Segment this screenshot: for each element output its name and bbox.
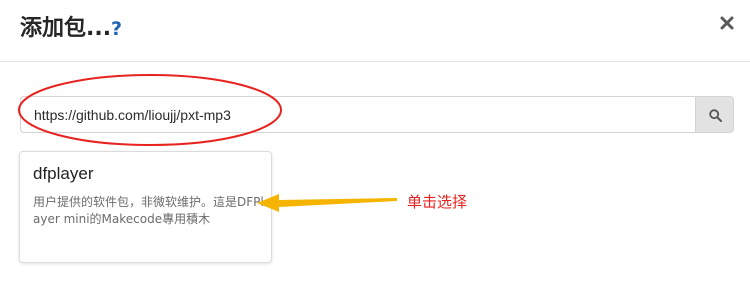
close-button[interactable] [714,10,740,36]
help-icon[interactable]: ? [111,17,122,41]
package-description: 用户提供的软件包，非微软维护。這是DFPlayer mini的Makecode專… [33,195,264,226]
close-icon [720,16,734,30]
search-input[interactable] [20,96,696,133]
package-name: dfplayer [33,164,94,183]
search-bar [20,96,734,133]
dialog-title: 添加包... [20,16,112,41]
package-card[interactable]: dfplayer 用户提供的软件包，非微软维护。這是DFPlayer mini的… [19,151,272,263]
search-button[interactable] [695,96,734,133]
annotation-label: 单击选择 [407,193,468,211]
annotation-arrow [257,194,397,212]
dialog-header: 添加包... ? [0,0,750,62]
search-icon [709,109,722,122]
